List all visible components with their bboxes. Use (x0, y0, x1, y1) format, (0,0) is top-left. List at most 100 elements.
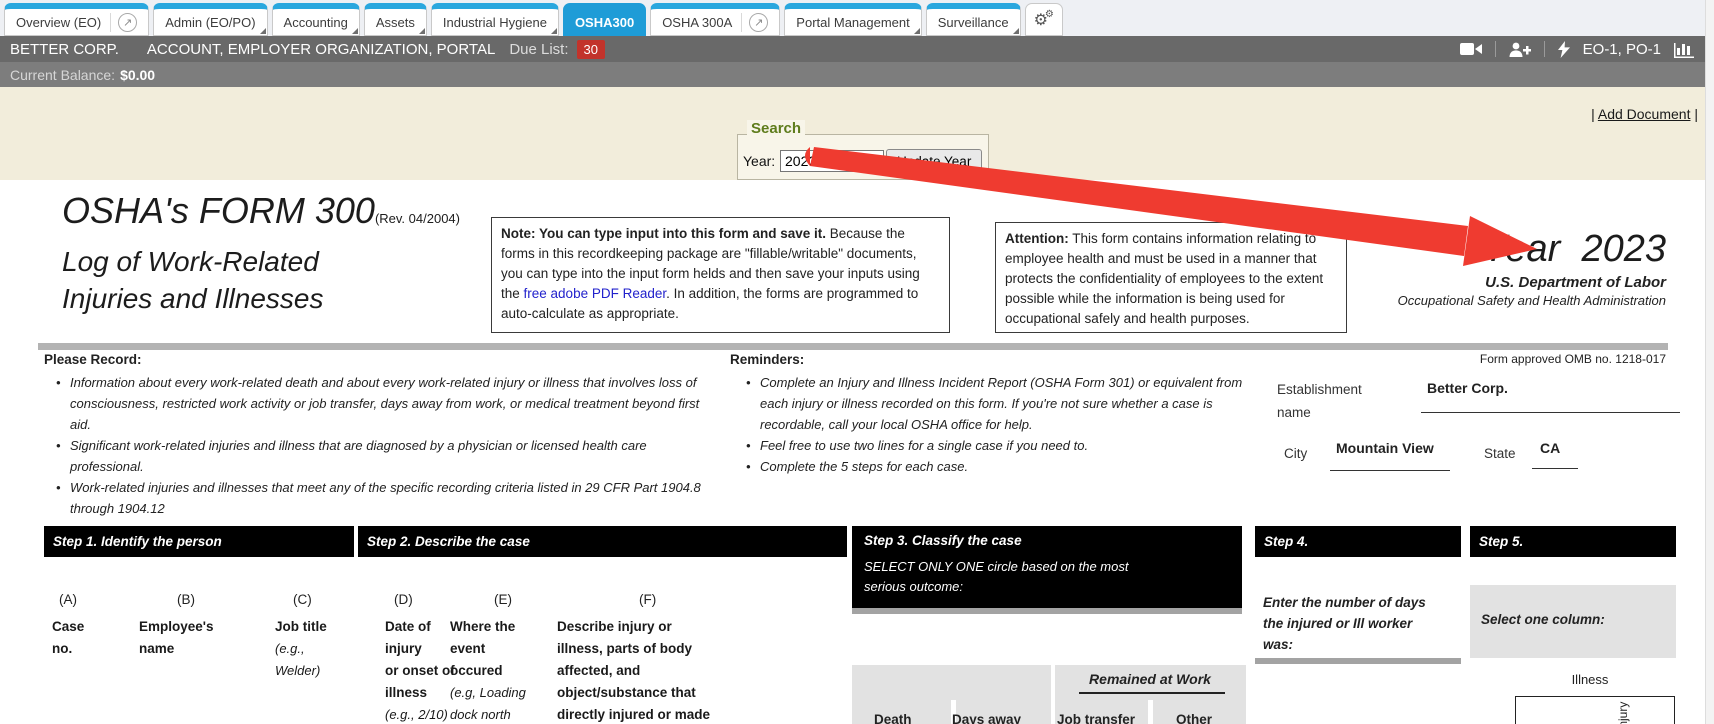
column-label-line: dock north (450, 704, 550, 724)
column-letter: (F) (639, 592, 737, 607)
dropdown-corner-icon (260, 28, 266, 34)
divider (1544, 41, 1545, 57)
column-label-line: directly injured or made (557, 704, 737, 724)
column-label-line: (e.g, Loading (450, 682, 550, 704)
add-user-icon[interactable] (1509, 42, 1531, 57)
company-name: BETTER CORP. (10, 41, 119, 58)
form-year-value: 2023 (1581, 228, 1666, 270)
bar-chart-icon[interactable] (1674, 41, 1694, 58)
column-label-line: Employee's (139, 616, 239, 638)
city-underline (1330, 470, 1450, 471)
step3-header: Step 3. Classify the case SELECT ONLY ON… (852, 526, 1242, 608)
year-input[interactable] (780, 150, 884, 172)
reminders-list: Complete an Injury and Illness Incident … (744, 372, 1260, 477)
tab-osha300a[interactable]: OSHA 300A ↗ (650, 3, 780, 36)
tab-osha300a-popup[interactable]: ↗ (741, 13, 768, 32)
pipe: | (1591, 106, 1595, 122)
column-letter: (C) (293, 592, 355, 607)
pdf-reader-link[interactable]: free adobe PDF Reader (524, 286, 667, 301)
popup-arrow-icon: ↗ (118, 13, 137, 32)
osha-admin-label: Occupational Safety and Health Administr… (1200, 293, 1666, 308)
dropdown-corner-icon (914, 28, 920, 34)
tab-overview-eo[interactable]: Overview (EO) ↗ (4, 3, 149, 36)
tab-overview-popup[interactable]: ↗ (110, 13, 137, 32)
remained-underline (1079, 692, 1225, 694)
section-divider (38, 343, 1668, 350)
update-year-button[interactable]: Update Year (886, 149, 982, 173)
dropdown-corner-icon (352, 28, 358, 34)
reminders-bullet: Feel free to use two lines for a single … (744, 435, 1260, 456)
column-label-line: object/substance that (557, 682, 737, 704)
context-path: ACCOUNT, EMPLOYER ORGANIZATION, PORTAL (147, 41, 495, 58)
video-camera-icon[interactable] (1460, 42, 1482, 56)
tab-surveillance[interactable]: Surveillance (926, 3, 1021, 36)
classify-divider (1148, 700, 1153, 724)
reminders-bullet: Complete an Injury and Illness Incident … (744, 372, 1260, 435)
tab-label: OSHA300 (575, 15, 634, 30)
step5-select-box: Select one column: (1470, 585, 1676, 658)
step5-header: Step 5. (1470, 526, 1676, 557)
organization-bar: BETTER CORP. ACCOUNT, EMPLOYER ORGANIZAT… (0, 36, 1714, 62)
balance-label: Current Balance: (10, 67, 115, 83)
form-title-row: OSHA's FORM 300(Rev. 04/2004) (62, 190, 460, 232)
step5-note: Select one column: (1481, 612, 1605, 627)
column-label-line: Welder) (275, 660, 355, 682)
column-label-line: occured (450, 660, 550, 682)
city-label: City (1284, 446, 1307, 461)
column-letter: (E) (494, 592, 550, 607)
column-c: (C) Job title (e.g., Welder) (275, 592, 355, 682)
document-actions: | Add Document | (1591, 106, 1698, 122)
tab-admin[interactable]: Admin (EO/PO) (153, 3, 267, 36)
column-b: (B) Employee's name (139, 592, 239, 660)
column-label-line: illness, parts of body (557, 638, 737, 660)
step3-shadow (852, 608, 1242, 614)
dol-label: U.S. Department of Labor (1200, 274, 1666, 291)
column-label-line: affected, and (557, 660, 737, 682)
other-label: Other (1176, 712, 1212, 724)
state-value[interactable]: CA (1540, 440, 1560, 456)
form-year-label: Year (1482, 228, 1560, 270)
pipe: | (1694, 106, 1698, 122)
days-away-label: Days away (952, 712, 1021, 724)
column-e: (E) Where the event occured (e.g, Loadin… (450, 592, 550, 724)
due-list-label: Due List: (509, 41, 568, 58)
column-label-line: Describe injury or (557, 616, 737, 638)
tab-industrial-hygiene[interactable]: Industrial Hygiene (431, 3, 559, 36)
state-label: State (1484, 446, 1516, 461)
column-f: (F) Describe injury or illness, parts of… (557, 592, 737, 724)
establishment-underline (1421, 412, 1680, 413)
tab-accounting[interactable]: Accounting (272, 3, 360, 36)
step2-header: Step 2. Describe the case (358, 526, 847, 557)
settings-gears-icon[interactable]: ⚙⚙ (1025, 3, 1063, 36)
step3-note: SELECT ONLY ONE circle based on the most… (864, 557, 1164, 597)
add-document-link[interactable]: Add Document (1598, 106, 1691, 122)
column-letter: (B) (177, 592, 239, 607)
reminders-bullet: Complete the 5 steps for each case. (744, 456, 1260, 477)
dropdown-corner-icon (419, 28, 425, 34)
tab-label: Overview (EO) (16, 15, 101, 30)
vertical-scrollbar[interactable] (1705, 0, 1714, 724)
form-year-row: Year 2023 (1200, 228, 1666, 271)
job-transfer-label: Job transfer (1057, 712, 1135, 724)
main-tab-bar: Overview (EO) ↗ Admin (EO/PO) Accounting… (0, 0, 1714, 36)
lightning-bolt-icon[interactable] (1558, 41, 1570, 58)
tab-assets[interactable]: Assets (364, 3, 427, 36)
step4-shadow (1255, 658, 1461, 664)
tab-label: OSHA 300A (662, 15, 732, 30)
illness-column-rotated-label: Injury (1616, 702, 1630, 724)
year-dol-block: Year 2023 U.S. Department of Labor Occup… (1200, 228, 1666, 308)
tab-label: Assets (376, 15, 415, 30)
column-label-line: Job title (275, 616, 355, 638)
entity-label: EO-1, PO-1 (1583, 41, 1661, 58)
step4-note: Enter the number of days the injured or … (1263, 592, 1435, 655)
city-value[interactable]: Mountain View (1336, 440, 1434, 456)
tab-label: Admin (EO/PO) (165, 15, 255, 30)
balance-bar: Current Balance: $0.00 (0, 62, 1714, 87)
column-label-line: event (450, 638, 550, 660)
tab-osha300-active[interactable]: OSHA300 (563, 3, 646, 36)
establishment-value[interactable]: Better Corp. (1427, 380, 1508, 396)
column-a: (A) Case no. (52, 592, 112, 660)
column-label-line: Case (52, 616, 112, 638)
due-list-badge[interactable]: 30 (577, 40, 605, 59)
tab-portal-management[interactable]: Portal Management (784, 3, 921, 36)
